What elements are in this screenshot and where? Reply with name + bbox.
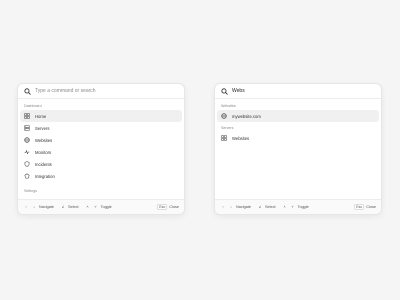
- search-bar: [215, 84, 381, 99]
- menu-item-label: Servers: [35, 125, 50, 131]
- up-arrow-key: ↑: [25, 205, 27, 209]
- result-item-label: Websites: [232, 135, 250, 141]
- menu-item-websites[interactable]: Websites: [20, 134, 182, 146]
- toggle-down-key: ˅: [94, 205, 97, 209]
- result-item-label: mywebsite.com: [232, 113, 261, 119]
- toggle-up-key: ˄: [86, 205, 89, 209]
- esc-key: Esc: [157, 204, 168, 210]
- toggle-down-key: ˅: [291, 205, 294, 209]
- command-palette-default: Dashboard Home Servers Websites Monitors…: [17, 83, 185, 215]
- menu-item-home[interactable]: Home: [20, 110, 182, 122]
- menu-item-label: Monitors: [35, 149, 52, 155]
- menu-item-integration[interactable]: Integration: [20, 170, 182, 182]
- menu-item-label: Home: [35, 113, 47, 119]
- down-arrow-key: ↓: [33, 205, 35, 209]
- globe-icon: [24, 137, 30, 143]
- esc-key: Esc: [354, 204, 365, 210]
- search-input[interactable]: [35, 88, 165, 94]
- select-label: Select: [265, 205, 276, 209]
- toggle-up-key: ˄: [283, 205, 286, 209]
- command-palette-filtered: Websites mywebsite.com Servers Websites …: [214, 83, 382, 215]
- menu-item-incidents[interactable]: Incidents: [20, 158, 182, 170]
- grid-icon: [24, 113, 30, 119]
- section-label-settings: Settings: [24, 189, 37, 193]
- menu-item-monitors[interactable]: Monitors: [20, 146, 182, 158]
- result-item-mywebsite[interactable]: mywebsite.com: [217, 110, 379, 122]
- shortcut-footer: ↑ ↓ Navigate ↲ Select ˄ ˅ Toggle Esc Clo…: [215, 199, 381, 214]
- section-label-websites: Websites: [221, 104, 236, 108]
- globe-icon: [221, 113, 227, 119]
- search-bar: [18, 84, 184, 99]
- section-label-servers: Servers: [221, 126, 234, 130]
- search-icon: [24, 87, 31, 95]
- select-label: Select: [68, 205, 79, 209]
- menu-item-servers[interactable]: Servers: [20, 122, 182, 134]
- search-icon: [221, 87, 228, 95]
- server-icon: [221, 135, 227, 141]
- menu-item-label: Websites: [35, 137, 53, 143]
- monitor-icon: [24, 149, 30, 155]
- shortcut-footer: ↑ ↓ Navigate ↲ Select ˄ ˅ Toggle Esc Clo…: [18, 199, 184, 214]
- toggle-label: Toggle: [297, 205, 309, 209]
- navigate-label: Navigate: [236, 205, 251, 209]
- menu-item-label: Incidents: [35, 161, 52, 167]
- close-label[interactable]: Close: [169, 205, 179, 209]
- menu-item-label: Integration: [35, 173, 55, 179]
- navigate-label: Navigate: [39, 205, 54, 209]
- toggle-label: Toggle: [100, 205, 112, 209]
- up-arrow-key: ↑: [222, 205, 224, 209]
- close-label[interactable]: Close: [366, 205, 376, 209]
- down-arrow-key: ↓: [230, 205, 232, 209]
- search-input[interactable]: [232, 88, 362, 94]
- shield-icon: [24, 161, 30, 167]
- enter-key: ↲: [258, 205, 262, 209]
- result-item-websites[interactable]: Websites: [217, 132, 379, 144]
- section-label-dashboard: Dashboard: [24, 104, 42, 108]
- enter-key: ↲: [61, 205, 65, 209]
- puzzle-icon: [24, 173, 30, 179]
- server-icon: [24, 125, 30, 131]
